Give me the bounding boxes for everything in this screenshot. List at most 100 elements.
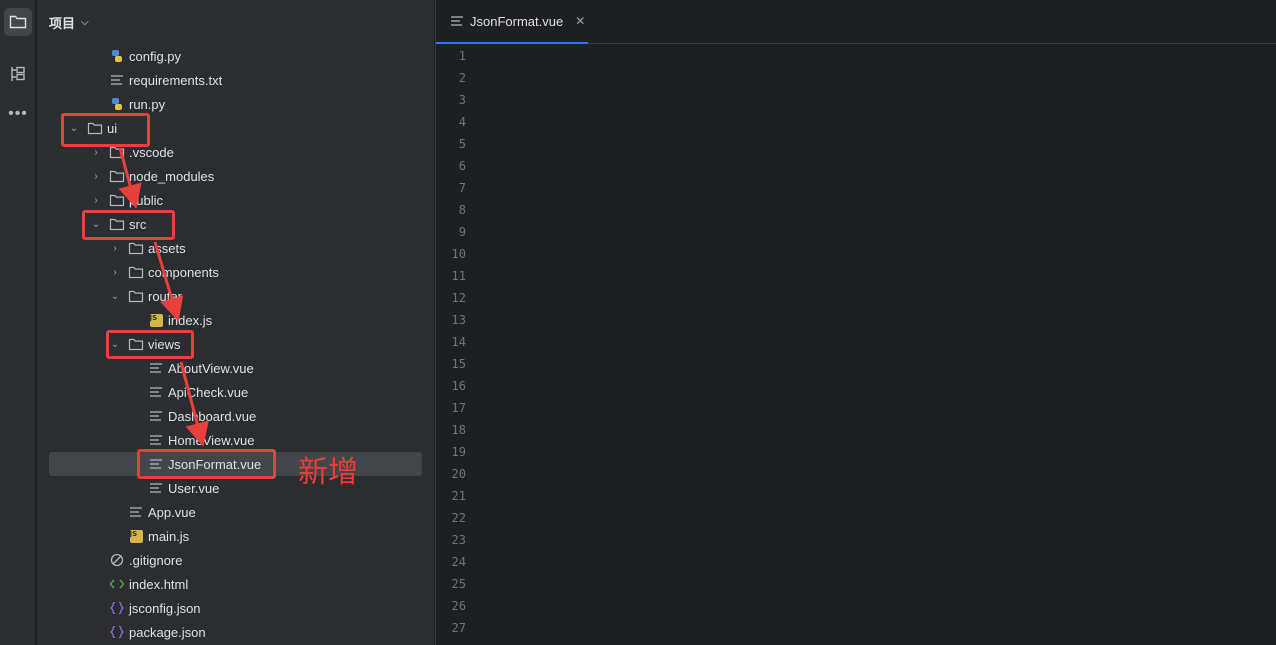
tree-item-label: package.json (129, 624, 206, 640)
tree-item-label: main.js (148, 528, 190, 544)
tree-item-label: jsconfig.json (129, 600, 201, 616)
editor-tab-bar: JsonFormat.vue ✕ (436, 0, 1276, 44)
structure-icon (11, 66, 25, 81)
structure-view-button[interactable] (4, 60, 32, 88)
tree-item-label: run.py (129, 96, 166, 112)
close-icon[interactable]: ✕ (575, 14, 585, 28)
vue-file-icon (148, 480, 164, 496)
tree-item[interactable]: › components (37, 260, 427, 284)
line-number: 13 (451, 313, 466, 327)
project-view-button[interactable] (4, 8, 32, 36)
tree-item[interactable]: Dashboard.vue (37, 404, 427, 428)
tree-item-label: router (148, 288, 182, 304)
tree-item-label: config.py (129, 48, 182, 64)
line-number: 12 (451, 291, 466, 305)
tree-item-label: requirements.txt (129, 72, 223, 88)
tree-item-label: public (129, 192, 163, 208)
tree-item-label: User.vue (168, 480, 220, 496)
line-number: 2 (458, 71, 466, 85)
tree-item-label: components (148, 264, 219, 280)
tree-item[interactable]: App.vue (37, 500, 427, 524)
line-number: 5 (458, 137, 466, 151)
line-number: 22 (451, 511, 466, 525)
line-number: 1 (458, 49, 466, 63)
tree-item-label: node_modules (129, 168, 215, 184)
annotation-box-src (82, 210, 175, 240)
line-number: 27 (451, 621, 466, 635)
more-tools-button[interactable]: ••• (4, 100, 32, 128)
project-panel-header[interactable]: 项目 ⌵ (37, 0, 434, 44)
tree-item-label: .gitignore (129, 552, 183, 568)
js-file-icon: JS (148, 312, 164, 328)
annotation-box-jsonformat (137, 449, 276, 479)
vue-file-icon (128, 504, 144, 520)
vue-file-icon (148, 360, 164, 376)
tree-item[interactable]: requirements.txt (37, 68, 427, 92)
tree-item[interactable]: JS index.js (37, 308, 427, 332)
vue-file-icon (451, 16, 463, 26)
line-number: 16 (451, 379, 466, 393)
project-panel-title: 项目 (49, 15, 76, 31)
tree-item[interactable]: index.html (37, 572, 427, 596)
chevron-down-icon[interactable]: ⌄ (108, 291, 122, 302)
activity-bar: ••• (0, 0, 36, 645)
tree-item-label: ApiCheck.vue (168, 384, 249, 400)
tree-item[interactable]: AboutView.vue (37, 356, 427, 380)
python-icon (109, 96, 125, 112)
more-icon: ••• (8, 105, 28, 122)
line-number: 25 (451, 577, 466, 591)
line-number: 21 (451, 489, 466, 503)
line-number: 10 (451, 247, 466, 261)
tree-item[interactable]: ⌄ router (37, 284, 427, 308)
line-number: 20 (451, 467, 466, 481)
editor-tab-jsonformat[interactable]: JsonFormat.vue ✕ (436, 0, 588, 44)
folder-icon (128, 288, 144, 304)
folder-icon (9, 15, 27, 29)
tree-item[interactable]: jsconfig.json (37, 596, 427, 620)
editor-area: JsonFormat.vue ✕ 1 2 3 4 5 6 7 8 9 10 11 12 13 14 15 16… (435, 0, 1276, 645)
line-number: 26 (451, 599, 466, 613)
line-number: 7 (458, 181, 466, 195)
project-panel: 项目 ⌵ config.py requirements.txt run.py ⌄ ui ›… (37, 0, 469, 645)
vue-file-icon (148, 432, 164, 448)
tree-item-label: HomeView.vue (168, 432, 255, 448)
chevron-right-icon[interactable]: › (89, 147, 103, 158)
line-number: 9 (458, 225, 466, 239)
line-number: 23 (451, 533, 466, 547)
chevron-right-icon[interactable]: › (89, 171, 103, 182)
tree-item[interactable]: › public (37, 188, 427, 212)
json-file-icon (109, 624, 125, 640)
tree-item-label: index.html (129, 576, 189, 592)
tree-item[interactable]: ⌄ views (37, 332, 427, 356)
line-number: 3 (458, 93, 466, 107)
python-icon (109, 48, 125, 64)
line-number: 15 (451, 357, 466, 371)
folder-icon (109, 192, 125, 208)
tree-item-label: assets (148, 240, 186, 256)
json-file-icon (109, 600, 125, 616)
annotation-note: 新增 (298, 455, 358, 490)
line-number: 18 (451, 423, 466, 437)
line-number: 6 (458, 159, 466, 173)
tree-item[interactable]: JS main.js (37, 524, 427, 548)
tree-item[interactable]: ApiCheck.vue (37, 380, 427, 404)
text-file-icon (109, 72, 125, 88)
tree-item[interactable]: config.py (37, 44, 427, 68)
folder-icon (128, 240, 144, 256)
chevron-right-icon[interactable]: › (108, 267, 122, 278)
tree-item-label: AboutView.vue (168, 360, 254, 376)
tree-item[interactable]: .gitignore (37, 548, 427, 572)
annotation-box-views (106, 330, 194, 359)
tree-item[interactable]: User.vue (37, 476, 427, 500)
folder-icon (128, 264, 144, 280)
tree-item-label: Dashboard.vue (168, 408, 257, 424)
tab-label: JsonFormat.vue (470, 13, 564, 29)
js-file-icon: JS (128, 528, 144, 544)
tree-item-label: index.js (168, 312, 213, 328)
chevron-right-icon[interactable]: › (89, 195, 103, 206)
chevron-right-icon[interactable]: › (108, 243, 122, 254)
tree-item[interactable]: package.json (37, 620, 427, 644)
line-number: 19 (451, 445, 466, 459)
tree-item[interactable]: › node_modules (37, 164, 427, 188)
folder-icon (109, 168, 125, 184)
